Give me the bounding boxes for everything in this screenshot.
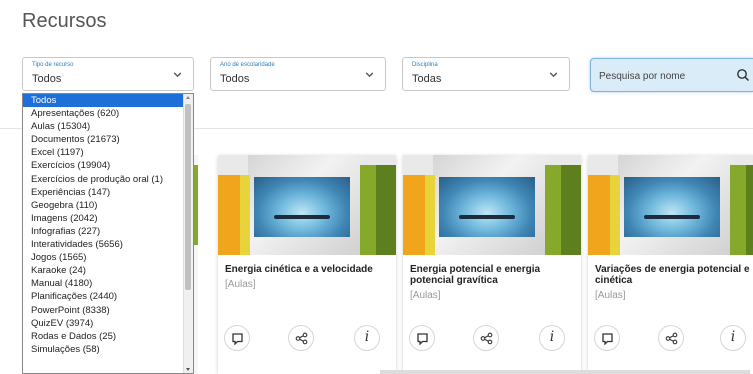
dropdown-option[interactable]: Exercícios (19904) — [23, 159, 185, 172]
next-row-edge — [380, 370, 750, 374]
share-icon — [295, 332, 308, 345]
chevron-down-icon — [365, 72, 374, 78]
dropdown-option[interactable]: Interatividades (5656) — [23, 238, 185, 251]
filter-tipo-recurso[interactable]: Tipo de recurso Todos — [22, 57, 194, 91]
resource-card[interactable]: Energia cinética e a velocidade [Aulas] … — [218, 155, 396, 374]
share-button[interactable] — [288, 325, 314, 351]
filter-ano-escolaridade[interactable]: Ano de escolaridade Todos — [210, 57, 386, 91]
dropdown-option[interactable]: Documentos (21673) — [23, 133, 185, 146]
filter-ano-label: Ano de escolaridade — [220, 62, 275, 68]
dropdown-option[interactable]: Infografias (227) — [23, 225, 185, 238]
resource-card[interactable]: Energia potencial e energia potencial gr… — [403, 155, 581, 374]
filter-tipo-value: Todos — [32, 73, 62, 85]
dropdown-option[interactable]: Excel (1197) — [23, 146, 185, 159]
dropdown-option[interactable]: Experiências (147) — [23, 186, 185, 199]
dropdown-scrollbar[interactable] — [183, 94, 193, 373]
info-button[interactable]: i — [354, 325, 380, 351]
share-icon — [480, 332, 493, 345]
dropdown-option[interactable]: QuizEV (3974) — [23, 317, 185, 330]
dropdown-option[interactable]: Geogebra (110) — [23, 199, 185, 212]
chevron-down-icon — [549, 72, 558, 78]
info-button[interactable]: i — [539, 325, 565, 351]
scroll-down-arrow-icon[interactable] — [186, 368, 190, 371]
chevron-down-icon — [173, 72, 182, 78]
resource-type: [Aulas] — [595, 290, 626, 301]
resource-title[interactable]: Energia cinética e a velocidade — [225, 264, 390, 275]
info-icon: i — [549, 329, 555, 345]
dropdown-option[interactable]: PowerPoint (8338) — [23, 304, 185, 317]
bookmark-icon — [602, 333, 613, 345]
filter-disciplina-label: Disciplina — [412, 62, 438, 68]
resource-title[interactable]: Energia potencial e energia potencial gr… — [410, 264, 575, 286]
filter-disciplina-value: Todas — [412, 73, 442, 85]
dropdown-option[interactable]: Jogos (1565) — [23, 251, 185, 264]
dropdown-option[interactable]: Simulações (58) — [23, 343, 185, 356]
dropdown-option[interactable]: Karaoke (24) — [23, 264, 185, 277]
resource-thumbnail[interactable] — [588, 155, 753, 255]
share-button[interactable] — [658, 325, 684, 351]
share-button[interactable] — [473, 325, 499, 351]
resource-thumbnail[interactable] — [403, 155, 581, 255]
bookmark-icon — [417, 333, 428, 345]
info-icon: i — [730, 329, 736, 345]
resource-title[interactable]: Variações de energia potencial e cinétic… — [595, 264, 750, 286]
search-input[interactable] — [599, 68, 729, 84]
filter-tipo-label: Tipo de recurso — [32, 62, 74, 68]
filter-disciplina[interactable]: Disciplina Todas — [402, 57, 570, 91]
scroll-up-arrow-icon[interactable] — [186, 96, 190, 99]
info-button[interactable]: i — [720, 325, 746, 351]
dropdown-option[interactable]: Imagens (2042) — [23, 212, 185, 225]
tipo-recurso-dropdown-list[interactable]: Todos Apresentações (620) Aulas (15304) … — [22, 93, 194, 374]
page-title: Recursos — [22, 10, 107, 32]
dropdown-option[interactable]: Apresentações (620) — [23, 107, 185, 120]
dropdown-option[interactable]: Rodas e Dados (25) — [23, 330, 185, 343]
search-icon[interactable] — [736, 68, 750, 82]
dropdown-option[interactable]: Planificações (2440) — [23, 290, 185, 303]
save-button[interactable] — [224, 325, 250, 351]
dropdown-option[interactable]: Aulas (15304) — [23, 120, 185, 133]
save-button[interactable] — [594, 325, 620, 351]
resource-card[interactable]: Variações de energia potencial e cinétic… — [588, 155, 753, 374]
resource-type: [Aulas] — [225, 279, 256, 290]
resource-type: [Aulas] — [410, 290, 441, 301]
search-box — [590, 58, 753, 92]
dropdown-option[interactable]: Exercícios de produção oral (1) — [23, 173, 185, 186]
resource-thumbnail[interactable] — [218, 155, 396, 255]
dropdown-option[interactable]: Todos — [23, 94, 185, 108]
share-icon — [665, 332, 678, 345]
save-button[interactable] — [409, 325, 435, 351]
dropdown-option[interactable]: Manual (4180) — [23, 277, 185, 290]
bookmark-icon — [232, 333, 243, 345]
scrollbar-thumb[interactable] — [185, 104, 191, 290]
info-icon: i — [364, 329, 370, 345]
filter-ano-value: Todos — [220, 73, 250, 85]
